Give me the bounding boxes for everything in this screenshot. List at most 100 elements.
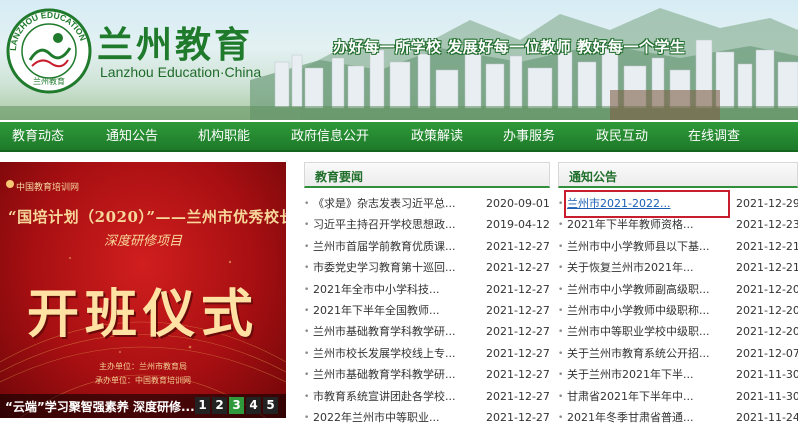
list-item-title[interactable]: 兰州市基础教育学科教学研... xyxy=(313,364,473,386)
slide-page-5[interactable]: 5 xyxy=(263,397,278,414)
notices-header: 通知公告 xyxy=(558,162,798,188)
list-item-title[interactable]: 2021年冬季甘肃省普通... xyxy=(567,407,727,429)
list-item[interactable]: • 市教育系统宣讲团赴各学校... 2021-12-27 xyxy=(304,386,556,408)
list-item-date: 2021-12-07 xyxy=(736,346,798,360)
list-item[interactable]: • 兰州市首届学前教育优质课... 2021-12-27 xyxy=(304,236,556,258)
slide-caption[interactable]: “云端”学习聚智强素养 深度研修... xyxy=(5,398,200,415)
lanzhou-education-logo[interactable]: LANZHOU EDUCATION 兰州教育 xyxy=(6,8,92,94)
bullet-icon: • xyxy=(304,263,310,274)
list-item-date: 2021-12-21 xyxy=(736,239,798,253)
list-item[interactable]: • 甘肃省2021年下半年中... 2021-11-30 xyxy=(558,386,798,408)
notices-title[interactable]: 通知公告 xyxy=(569,168,617,185)
list-item[interactable]: • 2021年全市中小学科技... 2021-12-27 xyxy=(304,279,556,301)
bullet-icon: • xyxy=(558,263,564,274)
list-item-title[interactable]: 兰州市中小学教师中级职称... xyxy=(567,300,727,322)
list-item[interactable]: • 兰州市中小学教师中级职称... 2021-12-20 xyxy=(558,300,798,322)
list-item-date: 2021-12-27 xyxy=(486,282,550,296)
list-item[interactable]: • 关于恢复兰州市2021年... 2021-12-21 xyxy=(558,257,798,279)
featured-slideshow[interactable]: 中国教育培训网 “国培计划（2020）”——兰州市优秀校长 深度研修项目 开班仪… xyxy=(0,162,286,418)
slide-page-4[interactable]: 4 xyxy=(246,397,261,414)
list-item[interactable]: • 兰州市中小学教师副高级职... 2021-12-20 xyxy=(558,279,798,301)
list-item-title[interactable]: 习近平主持召开学校思想政... xyxy=(313,214,473,236)
list-item-title[interactable]: 《求是》杂志发表习近平总... xyxy=(313,193,473,215)
nav-item-notices[interactable]: 通知公告 xyxy=(106,122,158,152)
list-item-title[interactable]: 2021年全市中小学科技... xyxy=(313,279,473,301)
list-item-date: 2021-12-23 xyxy=(736,218,798,232)
list-item[interactable]: • 《求是》杂志发表习近平总... 2020-09-01 xyxy=(304,193,556,215)
nav-item-policy[interactable]: 政策解读 xyxy=(411,122,463,152)
nav-item-gov-info[interactable]: 政府信息公开 xyxy=(291,122,369,152)
list-item[interactable]: • 兰州市基础教育学科教学研... 2021-12-27 xyxy=(304,364,556,386)
education-news-title[interactable]: 教育要闻 xyxy=(315,168,363,185)
bullet-icon: • xyxy=(558,348,564,359)
list-item-date: 2021-12-27 xyxy=(486,368,550,382)
list-item-title[interactable]: 兰州市中小学教师副高级职... xyxy=(567,279,727,301)
bullet-icon: • xyxy=(304,306,310,316)
education-news-header: 教育要闻 xyxy=(304,162,550,188)
list-item[interactable]: • 2021年下半年全国教师... 2021-12-27 xyxy=(304,300,556,322)
nav-item-services[interactable]: 办事服务 xyxy=(503,122,555,152)
list-item[interactable]: • 兰州市中等职业学校中级职... 2021-12-20 xyxy=(558,321,798,343)
list-item[interactable]: • 兰州市基础教育学科教学研... 2021-12-27 xyxy=(304,321,556,343)
bullet-icon: • xyxy=(304,391,310,402)
list-item-date: 2021-12-20 xyxy=(736,325,798,339)
list-item-title[interactable]: 2021年下半年全国教师... xyxy=(313,300,473,322)
slide-subheading: 深度研修项目 xyxy=(103,234,182,249)
list-item[interactable]: • 兰州市校长发展学校线上专... 2021-12-27 xyxy=(304,343,556,365)
bullet-icon: • xyxy=(304,220,310,231)
list-item-title[interactable]: 关于兰州市2021年下半... xyxy=(567,364,727,386)
list-item-date: 2021-12-20 xyxy=(736,304,798,317)
list-item[interactable]: • 兰州市2021-2022... 2021-12-29 xyxy=(558,190,798,218)
list-item-date: 2021-11-30 xyxy=(736,368,798,382)
bullet-icon: • xyxy=(558,306,564,316)
list-item-title[interactable]: 兰州市2021-2022... xyxy=(564,190,730,218)
slide-page-2[interactable]: 2 xyxy=(212,397,227,414)
bullet-icon: • xyxy=(304,199,310,209)
list-item-date: 2021-12-27 xyxy=(486,239,550,253)
list-item-date: 2021-12-27 xyxy=(486,346,550,360)
slide-heading: “国培计划（2020）”——兰州市优秀校长 xyxy=(8,208,286,226)
site-title: 兰州教育 xyxy=(97,25,254,66)
list-item-title[interactable]: 市委党史学习教育第十巡回... xyxy=(313,257,473,279)
list-item-title[interactable]: 兰州市中小学教师县以下基... xyxy=(567,236,727,258)
list-item-title[interactable]: 关于兰州市教育系统公开招... xyxy=(567,343,727,365)
nav-item-education-news[interactable]: 教育动态 xyxy=(12,122,64,152)
list-item[interactable]: • 关于兰州市2021年下半... 2021-11-30 xyxy=(558,364,798,386)
list-item-title[interactable]: 兰州市中等职业学校中级职... xyxy=(567,321,727,343)
list-item-title[interactable]: 关于恢复兰州市2021年... xyxy=(567,257,727,279)
list-item[interactable]: • 市委党史学习教育第十巡回... 2021-12-27 xyxy=(304,257,556,279)
bullet-icon: • xyxy=(304,241,310,252)
bullet-icon: • xyxy=(558,327,564,338)
list-item[interactable]: • 2022年兰州市中等职业... 2021-12-27 xyxy=(304,407,556,429)
list-item[interactable]: • 2021年下半年教师资格... 2021-12-23 xyxy=(558,214,798,236)
list-item-date: 2021-11-24 xyxy=(736,411,798,424)
slide-page-1[interactable]: 1 xyxy=(195,397,210,414)
list-item-title[interactable]: 2021年下半年教师资格... xyxy=(567,214,727,236)
list-item-date: 2021-12-20 xyxy=(736,282,798,296)
list-item-title[interactable]: 兰州市校长发展学校线上专... xyxy=(313,343,473,365)
svg-text:兰州教育: 兰州教育 xyxy=(33,76,65,86)
list-item[interactable]: • 习近平主持召开学校思想政... 2019-04-12 xyxy=(304,214,556,236)
list-item-date: 2019-04-12 xyxy=(486,218,550,232)
list-item-title[interactable]: 甘肃省2021年下半年中... xyxy=(567,386,727,408)
list-item[interactable]: • 2021年冬季甘肃省普通... 2021-11-24 xyxy=(558,407,798,429)
list-item[interactable]: • 兰州市中小学教师县以下基... 2021-12-21 xyxy=(558,236,798,258)
list-item-title[interactable]: 2022年兰州市中等职业... xyxy=(313,407,473,429)
list-item-title[interactable]: 兰州市基础教育学科教学研... xyxy=(313,321,473,343)
bullet-icon: • xyxy=(304,327,310,338)
slide-main-text: 开班仪式 xyxy=(26,284,259,345)
slide-logo-text: 中国教育培训网 xyxy=(16,183,80,193)
list-item[interactable]: • 关于兰州市教育系统公开招... 2021-12-07 xyxy=(558,343,798,365)
list-item-title[interactable]: 兰州市首届学前教育优质课... xyxy=(313,236,473,258)
list-item-date: 2021-11-30 xyxy=(736,389,798,403)
list-item-title[interactable]: 市教育系统宣讲团赴各学校... xyxy=(313,386,473,408)
nav-item-survey[interactable]: 在线调查 xyxy=(688,122,740,152)
list-item-date: 2020-09-01 xyxy=(486,197,550,210)
list-item-date: 2021-12-27 xyxy=(486,411,550,424)
slide-organizers: 主办单位：兰州市教育局 承办单位：中国教育培训网 xyxy=(0,360,286,388)
bullet-icon: • xyxy=(558,370,564,381)
nav-item-interaction[interactable]: 政民互动 xyxy=(596,122,648,152)
nav-item-functions[interactable]: 机构职能 xyxy=(198,122,250,152)
slide-page-3[interactable]: 3 xyxy=(229,397,244,414)
bullet-icon: • xyxy=(304,284,310,295)
